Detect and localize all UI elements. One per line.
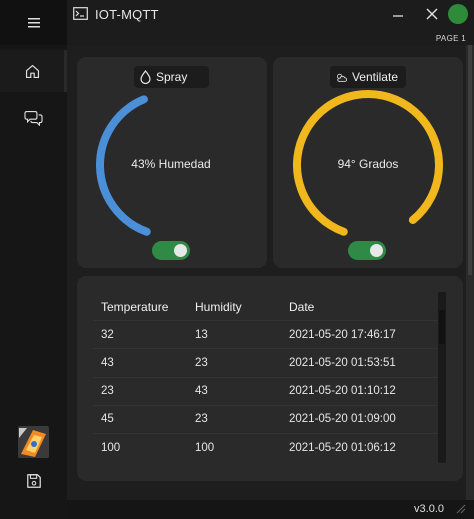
spray-label: Spray bbox=[156, 70, 188, 84]
column-header-humidity[interactable]: Humidity bbox=[195, 300, 242, 314]
menu-button[interactable] bbox=[0, 0, 67, 45]
chat-bubbles-icon bbox=[24, 110, 43, 126]
terminal-icon bbox=[73, 7, 88, 20]
app-window: IOT-MQTT PAGE 1 Spray 43% Humedad Ventil… bbox=[0, 0, 474, 519]
table-cell: 43 bbox=[195, 385, 208, 397]
table-cell: 2021-05-20 17:46:17 bbox=[289, 329, 396, 341]
table-cell: 2021-05-20 01:10:12 bbox=[289, 385, 396, 397]
sidebar-item-home[interactable] bbox=[0, 50, 67, 92]
resize-grip-icon[interactable] bbox=[456, 504, 466, 514]
spray-label-pill: Spray bbox=[134, 66, 209, 88]
table-cell: 100 bbox=[101, 442, 121, 454]
spray-toggle[interactable] bbox=[152, 241, 190, 260]
app-logo-icon bbox=[18, 426, 49, 458]
title-bar[interactable]: IOT-MQTT PAGE 1 bbox=[67, 0, 474, 45]
ventilate-label-pill: Ventilate bbox=[330, 66, 406, 88]
table-cell: 43 bbox=[101, 357, 114, 369]
home-icon bbox=[25, 64, 39, 78]
cloud-sun-icon bbox=[337, 73, 347, 82]
minimize-icon bbox=[393, 15, 403, 17]
table-cell: 13 bbox=[195, 329, 208, 341]
window-title: IOT-MQTT bbox=[95, 7, 159, 22]
content-scrollbar-thumb[interactable] bbox=[468, 45, 472, 275]
minimize-button[interactable] bbox=[388, 4, 408, 24]
save-button[interactable] bbox=[0, 460, 67, 502]
table-scrollbar-thumb[interactable] bbox=[439, 310, 445, 344]
spray-value: 43% Humedad bbox=[131, 157, 211, 171]
table-cell: 23 bbox=[195, 413, 208, 425]
version-label: v3.0.0 bbox=[414, 503, 444, 515]
connection-status-indicator bbox=[448, 4, 468, 24]
app-logo bbox=[15, 424, 52, 460]
column-header-date[interactable]: Date bbox=[289, 300, 314, 314]
ventilate-value: 94° Grados bbox=[337, 157, 399, 171]
sidebar bbox=[0, 0, 67, 519]
table-cell: 2021-05-20 01:53:51 bbox=[289, 357, 396, 369]
column-header-temperature[interactable]: Temperature bbox=[101, 300, 168, 314]
status-bar bbox=[67, 500, 474, 519]
table-cell: 23 bbox=[101, 385, 114, 397]
close-button[interactable] bbox=[422, 4, 442, 24]
close-icon bbox=[426, 8, 438, 20]
sidebar-item-chat[interactable] bbox=[0, 96, 67, 138]
spray-toggle-knob bbox=[174, 244, 187, 257]
water-drop-icon bbox=[140, 70, 151, 84]
table-cell: 23 bbox=[195, 357, 208, 369]
table-scrollbar[interactable] bbox=[438, 292, 446, 463]
table-cell: 45 bbox=[101, 413, 114, 425]
table-cell: 2021-05-20 01:09:00 bbox=[289, 413, 396, 425]
table-cell: 2021-05-20 01:06:12 bbox=[289, 442, 396, 454]
save-floppy-icon bbox=[26, 474, 41, 488]
ventilate-label: Ventilate bbox=[351, 70, 398, 84]
page-label: PAGE 1 bbox=[435, 34, 466, 43]
table-cell: 100 bbox=[195, 442, 215, 454]
table-cell: 32 bbox=[101, 329, 114, 341]
hamburger-menu-icon bbox=[27, 17, 40, 27]
ventilate-toggle[interactable] bbox=[348, 241, 386, 260]
ventilate-toggle-knob bbox=[370, 244, 383, 257]
